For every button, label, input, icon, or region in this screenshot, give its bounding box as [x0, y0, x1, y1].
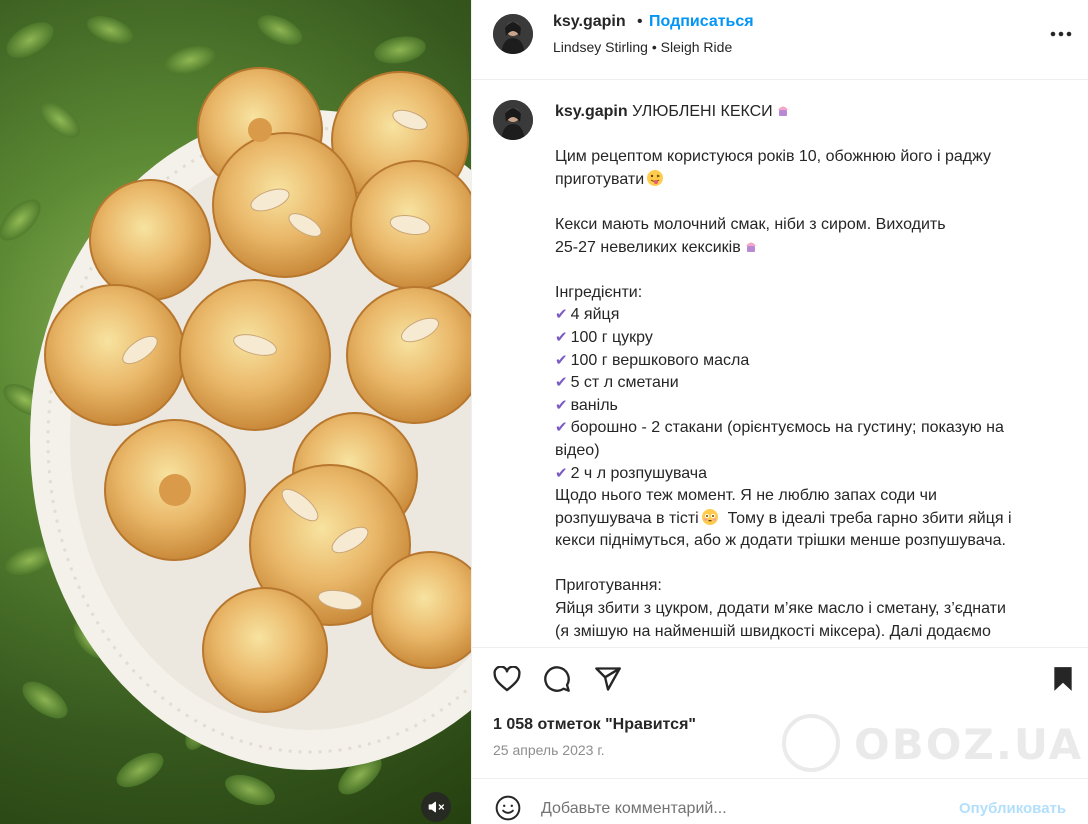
check-icon: ✔ [555, 328, 568, 346]
caption-note-1: Щодо нього теж момент. Я не люблю запах … [555, 487, 937, 505]
caption-area: ksy.gapin УЛЮБЛЕНІ КЕКСИ Цим рецептом ко… [472, 80, 1088, 647]
prep-header: Приготування: [555, 577, 662, 595]
action-bar: 1 058 отметок "Нравится" 25 апрель 2023 … [472, 647, 1088, 779]
cupcake-emoji-icon [777, 106, 788, 116]
check-icon: ✔ [555, 396, 568, 414]
comment-input[interactable] [541, 797, 931, 821]
publish-button[interactable]: Опубликовать [959, 800, 1066, 817]
prep-line-2: (я змішую на найменшій швидкості міксера… [555, 622, 991, 640]
caption-paragraph-1a: Цим рецептом користуюся років 10, обожню… [555, 148, 992, 166]
flushed-emoji-icon [701, 508, 718, 525]
check-icon: ✔ [555, 351, 568, 369]
ingredients-header: Інгредієнти: [555, 283, 643, 301]
ingredient-item: 100 г цукру [570, 328, 653, 346]
caption-paragraph-1b: приготувати [555, 170, 645, 188]
comment-button[interactable] [542, 664, 572, 694]
emoji-button[interactable] [493, 793, 523, 823]
post-header: ksy.gapin • Подписаться Lindsey Stirling… [472, 0, 1088, 80]
like-count[interactable]: 1 058 отметок "Нравится" [493, 716, 696, 734]
caption-paragraph-2b: 25-27 невеликих кексиків [555, 238, 741, 256]
globe-icon [782, 714, 840, 772]
check-icon: ✔ [555, 419, 568, 437]
ingredient-item: 4 яйця [570, 306, 620, 324]
check-icon: ✔ [555, 306, 568, 324]
check-icon: ✔ [555, 374, 568, 392]
caption-avatar[interactable] [493, 100, 533, 140]
share-icon [595, 667, 621, 691]
emoji-icon [495, 795, 521, 821]
audio-separator: • [651, 39, 657, 55]
caption-note-4: кекси піднімуться, або ж додати трішки м… [555, 532, 1006, 550]
heart-icon [493, 666, 521, 692]
like-button[interactable] [492, 664, 522, 694]
audio-track-name: Sleigh Ride [660, 39, 733, 55]
caption-title: УЛЮБЛЕНІ КЕКСИ [632, 103, 773, 120]
ingredient-item: 5 ст л сметани [570, 374, 679, 392]
post-date[interactable]: 25 апрель 2023 г. [493, 742, 605, 758]
audio-track[interactable]: Lindsey Stirling • Sleigh Ride [553, 39, 732, 55]
ingredient-continuation: відео) [555, 441, 600, 459]
ingredient-item: борошно - 2 стакани (орієнтуємось на гус… [570, 419, 1004, 437]
watermark-text: OBOZ.UA [854, 720, 1084, 769]
save-button[interactable] [1048, 664, 1078, 694]
comment-bar: Опубликовать [472, 779, 1088, 824]
mute-button[interactable] [421, 792, 451, 822]
muffins-photo [0, 15, 471, 806]
caption-text: ksy.gapin УЛЮБЛЕНІ КЕКСИ Цим рецептом ко… [555, 101, 1065, 643]
mute-icon [428, 801, 444, 813]
caption-username[interactable]: ksy.gapin [555, 103, 628, 120]
avatar[interactable] [493, 14, 533, 54]
check-icon: ✔ [555, 464, 568, 482]
audio-artist: Lindsey Stirling [553, 39, 648, 55]
post-media[interactable] [0, 0, 471, 824]
cupcake-emoji-icon [745, 242, 756, 252]
tongue-emoji-icon [647, 169, 664, 186]
author-username[interactable]: ksy.gapin [553, 13, 626, 31]
bookmark-icon [1054, 667, 1072, 691]
more-options-button[interactable] [1049, 22, 1073, 46]
caption-note-3: Тому в ідеалі треба гарно збити яйця і [727, 509, 1012, 527]
caption-note-2: розпушувача в тісті [555, 509, 699, 527]
share-button[interactable] [593, 664, 623, 694]
prep-line-1: Яйця збити з цукром, додати м’яке масло … [555, 600, 1006, 618]
caption-paragraph-2a: Кекси мають молочний смак, ніби з сиром.… [555, 215, 946, 233]
comment-icon [544, 666, 570, 692]
post-side-panel: ksy.gapin • Подписаться Lindsey Stirling… [471, 0, 1088, 824]
ingredient-item: 100 г вершкового масла [570, 351, 750, 369]
ingredient-item: 2 ч л розпушувача [570, 464, 708, 482]
header-separator: • [637, 13, 643, 30]
follow-button[interactable]: Подписаться [649, 13, 754, 31]
ingredient-item: ваніль [570, 396, 618, 414]
more-icon [1050, 31, 1072, 37]
watermark: OBOZ.UA [782, 714, 1082, 776]
